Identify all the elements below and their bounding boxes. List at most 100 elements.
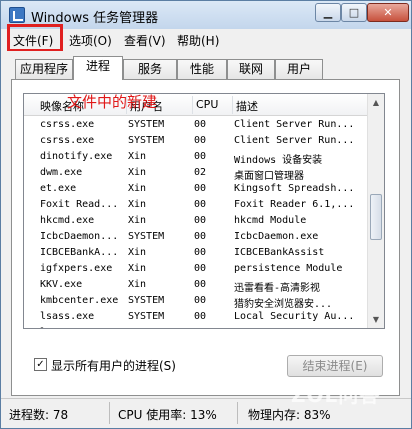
process-user-name: Xin (128, 215, 147, 226)
process-cpu: 00 (194, 135, 207, 146)
process-image-name: dinotify.exe (40, 151, 113, 162)
process-image-name: Foxit Read... (40, 199, 119, 210)
process-image-name: igfxpers.exe (40, 263, 113, 274)
process-cpu: 00 (194, 295, 207, 306)
process-row[interactable]: csrss.exe SYSTEM 00 Client Server Run... (24, 118, 368, 134)
process-image-name: kmbcenter.exe (40, 295, 119, 306)
process-user-name: Xin (128, 167, 147, 178)
process-cpu: 00 (194, 183, 207, 194)
tab-networking[interactable]: 联网 (227, 59, 275, 79)
process-image-name: et.exe (40, 183, 77, 194)
close-button[interactable]: ✕ (367, 3, 409, 22)
process-row[interactable]: kmbcenter.exe SYSTEM 00 猎豹安全浏览器安... (24, 294, 368, 310)
scroll-down-arrow-icon[interactable]: ▼ (368, 311, 384, 328)
minimize-button[interactable]: ▁ (315, 3, 341, 22)
tab-processes[interactable]: 进程 (73, 56, 123, 80)
process-image-name: lsass.exe (40, 311, 95, 322)
process-user-name: SYSTEM (128, 135, 165, 146)
process-cpu: 00 (194, 215, 207, 226)
process-cpu: 00 (194, 199, 207, 210)
show-all-users-checkbox[interactable]: ✓ (34, 358, 47, 371)
end-process-button[interactable]: 结束进程(E) (287, 355, 383, 377)
process-description: Client Server Run... (234, 135, 355, 146)
process-row[interactable]: lsm.exeSYSTEM00本地会话管理器服务 (24, 326, 368, 328)
tab-performance[interactable]: 性能 (177, 59, 227, 79)
process-row[interactable]: lsass.exe SYSTEM 00 Local Security Au... (24, 310, 368, 326)
process-description: ICBCEBankAssist (234, 247, 325, 258)
status-cpu-usage: CPU 使用率: 13% (118, 408, 217, 422)
process-user-name: SYSTEM (128, 231, 165, 242)
process-image-name: ICBCEBankA... (40, 247, 119, 258)
process-user-name: SYSTEM (128, 295, 165, 306)
file-menu-highlight-box (7, 24, 63, 52)
scroll-up-arrow-icon[interactable]: ▲ (368, 94, 384, 111)
process-cpu: 02 (194, 167, 207, 178)
process-description: Foxit Reader 6.1,... (234, 199, 355, 210)
process-description: 猎豹安全浏览器安... (234, 299, 333, 310)
menu-options[interactable]: 选项(O) (69, 32, 112, 49)
task-manager-icon (9, 7, 25, 23)
process-row[interactable]: igfxpers.exe Xin 00 persistence Module (24, 262, 368, 278)
process-description: 迅雷看看-高清影视 (234, 283, 321, 294)
process-image-name: hkcmd.exe (40, 215, 95, 226)
tab-applications[interactable]: 应用程序 (15, 59, 73, 79)
process-row[interactable]: dinotify.exe Xin 00 Windows 设备安装 (24, 150, 368, 166)
process-user-name: SYSTEM (128, 311, 165, 322)
process-description: persistence Module (234, 263, 343, 274)
red-annotation-text: 文件中的新建 (67, 93, 158, 111)
process-row[interactable]: hkcmd.exe Xin 00 hkcmd Module (24, 214, 368, 230)
tab-users[interactable]: 用户 (275, 59, 323, 79)
process-image-name: KKV.exe (40, 279, 83, 290)
process-user-name: Xin (128, 247, 147, 258)
process-image-name: dwm.exe (40, 167, 83, 178)
process-description: 本地会话管理器服务 (234, 327, 368, 328)
process-user-name: SYSTEM (128, 327, 194, 328)
process-list[interactable]: 映像名称 用户名 CPU 描述 csrss.exe SYSTEM 00 Client … (23, 93, 385, 329)
column-description[interactable]: 描述 (236, 98, 258, 114)
task-manager-window: Windows 任务管理器 ▁ □ ✕ 文件(F) 选项(O) 查看(V) 帮助… (0, 0, 412, 429)
process-user-name: Xin (128, 151, 147, 162)
process-cpu: 00 (194, 311, 207, 322)
process-cpu: 00 (194, 119, 207, 130)
process-user-name: Xin (128, 263, 147, 274)
scrollbar-thumb[interactable] (370, 194, 382, 240)
process-cpu: 00 (194, 151, 207, 162)
vertical-scrollbar[interactable]: ▲ ▼ (367, 94, 384, 328)
process-user-name: Xin (128, 279, 147, 290)
process-description: Client Server Run... (234, 119, 355, 130)
process-cpu: 00 (194, 263, 207, 274)
menu-view[interactable]: 查看(V) (124, 32, 166, 49)
status-process-count: 进程数: 78 (9, 408, 69, 422)
menu-help[interactable]: 帮助(H) (177, 32, 219, 49)
process-description: 桌面窗口管理器 (234, 171, 304, 182)
column-cpu[interactable]: CPU (196, 98, 218, 111)
process-row[interactable]: KKV.exe Xin 00 迅雷看看-高清影视 (24, 278, 368, 294)
process-user-name: Xin (128, 199, 147, 210)
process-row[interactable]: Foxit Read... Xin 00 Foxit Reader 6.1,... (24, 198, 368, 214)
process-description: Kingsoft Spreadsh... (234, 183, 355, 194)
process-cpu: 00 (194, 279, 207, 290)
process-description: Local Security Au... (234, 311, 355, 322)
process-user-name: SYSTEM (128, 119, 165, 130)
tab-services[interactable]: 服务 (123, 59, 177, 79)
content-area: 应用程序 进程 服务 性能 联网 用户 映像名称 用户名 CPU 描述 csrs… (1, 51, 411, 398)
process-row[interactable]: ICBCEBankA... Xin 00 ICBCEBankAssist (24, 246, 368, 262)
maximize-button[interactable]: □ (341, 3, 367, 22)
status-memory: 物理内存: 83% (248, 408, 331, 422)
process-image-name: IcbcDaemon... (40, 231, 119, 242)
process-description: hkcmd Module (234, 215, 307, 226)
process-row[interactable]: IcbcDaemon... SYSTEM 00 IcbcDaemon.exe (24, 230, 368, 246)
process-image-name: csrss.exe (40, 135, 95, 146)
process-description: Windows 设备安装 (234, 155, 323, 166)
process-cpu: 00 (194, 247, 207, 258)
process-description: IcbcDaemon.exe (234, 231, 319, 242)
process-user-name: Xin (128, 183, 147, 194)
process-cpu: 00 (194, 327, 234, 328)
zol-watermark: ZOL问答 (291, 383, 381, 407)
process-row[interactable]: csrss.exe SYSTEM 00 Client Server Run... (24, 134, 368, 150)
process-row[interactable]: et.exe Xin 00 Kingsoft Spreadsh... (24, 182, 368, 198)
process-image-name: lsm.exe (40, 327, 128, 328)
process-image-name: csrss.exe (40, 119, 95, 130)
process-row[interactable]: dwm.exe Xin 02 桌面窗口管理器 (24, 166, 368, 182)
show-all-users-label: 显示所有用户的进程(S) (51, 359, 176, 373)
